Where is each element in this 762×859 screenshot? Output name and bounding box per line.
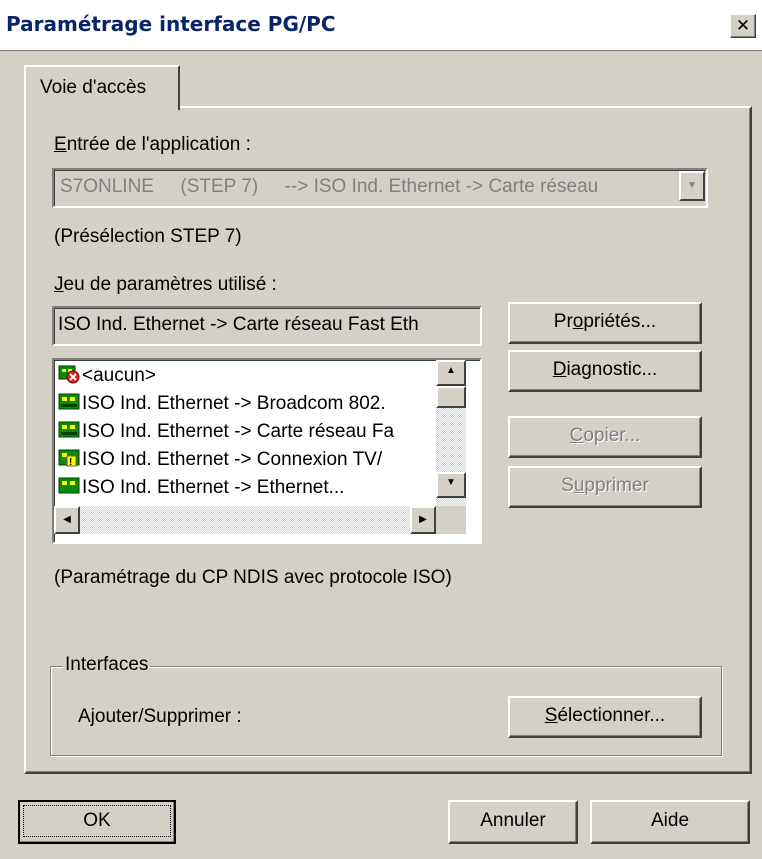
app-entry-dropdown-button[interactable]: ▼ bbox=[679, 171, 705, 201]
horizontal-scrollbar[interactable]: ◀ ▶ bbox=[54, 506, 436, 534]
ok-button-label: OK bbox=[23, 805, 171, 837]
select-label-post: électionner... bbox=[557, 705, 666, 726]
param-set-label-accel: J bbox=[54, 274, 64, 295]
app-entry-label-text: ntrée de l'application : bbox=[66, 134, 251, 155]
app-entry-label: Entrée de l'application : bbox=[54, 134, 251, 156]
list-item[interactable]: <aucun> bbox=[58, 364, 156, 392]
svg-text:!: ! bbox=[69, 457, 72, 468]
list-item-label: ISO Ind. Ethernet -> Connexion TV/ bbox=[82, 449, 383, 470]
copy-label-accel: C bbox=[569, 425, 584, 446]
network-card-icon bbox=[58, 476, 80, 494]
chevron-down-icon: ▼ bbox=[446, 477, 456, 488]
title-bar: Paramétrage interface PG/PC ✕ bbox=[0, 0, 762, 51]
delete-button-label: Supprimer bbox=[510, 468, 700, 504]
delete-button[interactable]: Supprimer bbox=[508, 466, 702, 508]
list-item-label: ISO Ind. Ethernet -> Broadcom 802. bbox=[82, 393, 386, 414]
network-card-icon bbox=[58, 392, 80, 412]
vertical-scroll-thumb[interactable] bbox=[436, 386, 466, 408]
chevron-left-icon: ◀ bbox=[63, 514, 71, 525]
properties-label-post: priétés... bbox=[583, 311, 657, 332]
diagnostic-button-label: Diagnostic... bbox=[510, 352, 700, 388]
list-item[interactable]: ISO Ind. Ethernet -> Broadcom 802. bbox=[58, 392, 386, 420]
app-entry-label-accel: E bbox=[54, 134, 67, 155]
list-item-label: ISO Ind. Ethernet -> Carte réseau Fa bbox=[82, 421, 395, 442]
list-item[interactable]: ISO Ind. Ethernet -> Carte réseau Fa bbox=[58, 420, 394, 448]
copy-button-label: Copier... bbox=[510, 418, 700, 454]
copy-button[interactable]: Copier... bbox=[508, 416, 702, 458]
copy-label-post: opier... bbox=[583, 425, 641, 446]
tab-access-path-label: Voie d'accès bbox=[40, 77, 147, 98]
delete-label-post: pprimer bbox=[584, 475, 649, 496]
select-button[interactable]: Sélectionner... bbox=[508, 696, 702, 738]
scroll-left-button[interactable]: ◀ bbox=[54, 506, 80, 534]
scroll-right-button[interactable]: ▶ bbox=[410, 506, 436, 534]
app-entry-value: S7ONLINE (STEP 7) --> ISO Ind. Ethernet … bbox=[60, 176, 599, 197]
list-item-label: <aucun> bbox=[82, 365, 156, 386]
scrollbar-corner bbox=[436, 506, 466, 534]
no-interface-icon bbox=[58, 364, 80, 384]
param-set-description: (Paramétrage du CP NDIS avec protocole I… bbox=[54, 567, 452, 588]
window-title: Paramétrage interface PG/PC bbox=[6, 12, 336, 36]
diagnostic-label-post: iagnostic... bbox=[566, 359, 658, 380]
select-label-accel: S bbox=[544, 705, 558, 726]
network-card-icon bbox=[58, 420, 80, 440]
properties-button-label: Propriétés... bbox=[510, 304, 700, 340]
close-icon: ✕ bbox=[735, 16, 751, 36]
vertical-scrollbar[interactable]: ▲ ▼ bbox=[436, 360, 466, 506]
pgpc-interface-dialog: Paramétrage interface PG/PC ✕ Voie d'acc… bbox=[0, 0, 762, 859]
interfaces-group-legend: Interfaces bbox=[63, 654, 151, 676]
help-button[interactable]: Aide bbox=[590, 800, 750, 844]
properties-label-accel: o bbox=[572, 311, 584, 332]
horizontal-scroll-track[interactable] bbox=[80, 506, 410, 534]
help-button-label: Aide bbox=[650, 810, 690, 831]
chevron-up-icon: ▲ bbox=[446, 365, 456, 376]
param-set-list[interactable]: <aucun> ISO Ind. Ethernet -> Broadcom 80… bbox=[52, 358, 482, 544]
select-button-label: Sélectionner... bbox=[510, 698, 700, 734]
list-item-label: ISO Ind. Ethernet -> Ethernet... bbox=[82, 477, 345, 494]
network-card-warning-icon: ! bbox=[58, 448, 80, 468]
chevron-down-icon: ▼ bbox=[687, 180, 697, 191]
properties-label-pre: Pr bbox=[553, 311, 573, 332]
scroll-down-button[interactable]: ▼ bbox=[436, 472, 466, 498]
list-item[interactable]: ! ISO Ind. Ethernet -> Connexion TV/ bbox=[58, 448, 382, 476]
chevron-right-icon: ▶ bbox=[419, 514, 427, 525]
param-set-label-text: eu de paramètres utilisé : bbox=[63, 274, 277, 295]
diagnostic-button[interactable]: Diagnostic... bbox=[508, 350, 702, 392]
tab-access-path[interactable]: Voie d'accès bbox=[24, 65, 180, 110]
add-remove-label: Ajouter/Supprimer : bbox=[78, 706, 242, 727]
param-set-field: ISO Ind. Ethernet -> Carte réseau Fast E… bbox=[52, 306, 482, 346]
ok-button[interactable]: OK bbox=[18, 800, 176, 844]
param-set-value: ISO Ind. Ethernet -> Carte réseau Fast E… bbox=[58, 314, 419, 335]
app-entry-combobox[interactable]: S7ONLINE (STEP 7) --> ISO Ind. Ethernet … bbox=[52, 168, 708, 208]
properties-button[interactable]: Propriétés... bbox=[508, 302, 702, 344]
param-set-label: Jeu de paramètres utilisé : bbox=[54, 274, 277, 296]
scroll-up-button[interactable]: ▲ bbox=[436, 360, 466, 386]
cancel-button[interactable]: Annuler bbox=[448, 800, 578, 844]
close-button[interactable]: ✕ bbox=[730, 14, 756, 38]
diagnostic-label-accel: D bbox=[552, 359, 567, 380]
cancel-button-label: Annuler bbox=[480, 810, 546, 831]
list-item[interactable]: ISO Ind. Ethernet -> Ethernet... bbox=[58, 476, 344, 494]
delete-label-pre: S bbox=[561, 475, 574, 496]
app-entry-note: (Présélection STEP 7) bbox=[54, 226, 242, 247]
delete-label-accel: u bbox=[573, 475, 585, 496]
